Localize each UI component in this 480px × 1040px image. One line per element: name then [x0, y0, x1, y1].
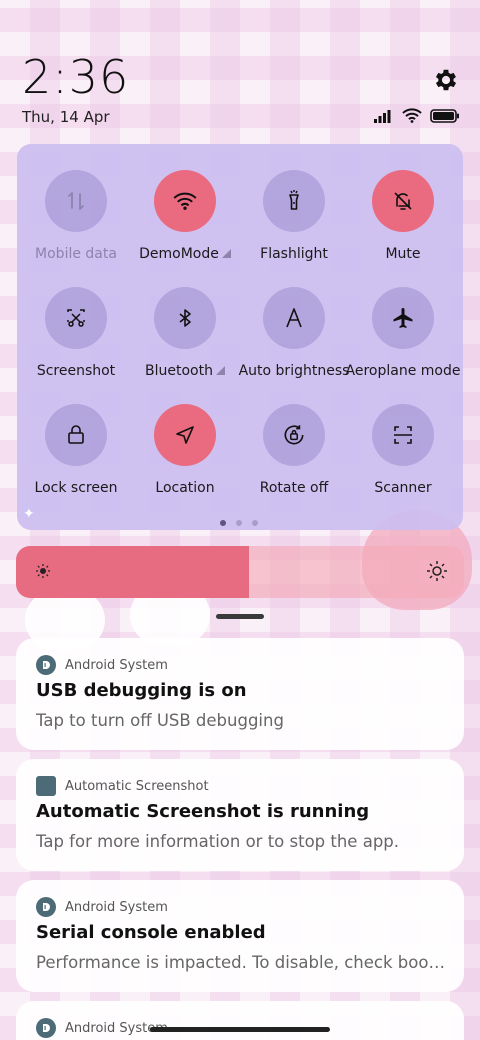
- brightness-low-icon: [36, 564, 50, 578]
- screenshot-icon: [45, 287, 107, 349]
- bluetooth-icon: [154, 287, 216, 349]
- page-dot: [252, 520, 258, 526]
- drag-handle[interactable]: [216, 614, 264, 619]
- lock-icon: [45, 404, 107, 466]
- tile-rotate-off[interactable]: Rotate off: [239, 404, 349, 496]
- tile-label: Flashlight: [260, 246, 328, 262]
- status-icons: [374, 108, 460, 123]
- notification-card[interactable]: Android System: [16, 1001, 464, 1040]
- tile-label: Lock screen: [34, 480, 118, 496]
- page-dot: [220, 520, 226, 526]
- notification-title: Serial console enabled: [36, 922, 266, 943]
- page-dot: [236, 520, 242, 526]
- tile-mobile-data[interactable]: Mobile data: [21, 170, 131, 262]
- clock[interactable]: 2:36: [22, 50, 129, 104]
- notification-card[interactable]: Automatic Screenshot Automatic Screensho…: [16, 759, 464, 871]
- tile-screenshot[interactable]: Screenshot: [21, 287, 131, 379]
- tile-lock-screen[interactable]: Lock screen: [21, 404, 131, 496]
- tile-label: Screenshot: [36, 363, 116, 379]
- notification-text: Tap to turn off USB debugging: [36, 711, 284, 730]
- tile-scanner[interactable]: Scanner: [348, 404, 458, 496]
- notification-text: Performance is impacted. To disable, che…: [36, 953, 446, 972]
- battery-icon: [430, 108, 459, 123]
- tile-mute[interactable]: Mute: [348, 170, 458, 262]
- settings-gear-icon[interactable]: [432, 66, 460, 94]
- notification-card[interactable]: Android System Serial console enabled Pe…: [16, 880, 464, 992]
- notification-card[interactable]: Android System USB debugging is on Tap t…: [16, 638, 464, 750]
- tile-label: Location: [155, 480, 215, 496]
- brightness-high-icon: [427, 561, 447, 581]
- expand-arrow-icon[interactable]: [215, 366, 225, 375]
- tile-label: Rotate off: [259, 480, 329, 496]
- brightness-slider[interactable]: [16, 546, 464, 598]
- tile-label: Aeroplane mode: [345, 363, 461, 379]
- tile-label: Scanner: [374, 480, 432, 496]
- tile-label: Bluetooth: [145, 363, 213, 379]
- tile-flashlight[interactable]: Flashlight: [239, 170, 349, 262]
- tile-label: Mute: [385, 246, 421, 262]
- android-system-icon: [36, 897, 56, 917]
- bell-off-icon: [372, 170, 434, 232]
- expand-arrow-icon[interactable]: [221, 249, 231, 258]
- notification-app-name: Automatic Screenshot: [65, 778, 209, 794]
- rotate-lock-icon: [263, 404, 325, 466]
- signal-icon: [374, 109, 391, 123]
- wifi-icon: [402, 108, 422, 123]
- sparkle-icon: ✦: [23, 506, 35, 522]
- notification-title: Automatic Screenshot is running: [36, 801, 370, 822]
- location-icon: [154, 404, 216, 466]
- notification-app-name: Android System: [65, 657, 168, 673]
- tile-label: DemoMode: [139, 246, 219, 262]
- page-indicator: [220, 520, 258, 526]
- tile-label: Mobile data: [35, 246, 117, 262]
- tile-auto-brightness[interactable]: Auto brightness: [239, 287, 349, 379]
- date[interactable]: Thu, 14 Apr: [22, 108, 110, 126]
- tile-location[interactable]: Location: [130, 404, 240, 496]
- notification-title: USB debugging is on: [36, 680, 247, 701]
- auto-brightness-icon: [263, 287, 325, 349]
- tile-label: Auto brightness: [238, 363, 350, 379]
- quick-settings-panel: Mobile data DemoMode Flashlight Mute Scr…: [17, 144, 463, 530]
- tile-bluetooth[interactable]: Bluetooth: [130, 287, 240, 379]
- airplane-icon: [372, 287, 434, 349]
- notification-text: Tap for more information or to stop the …: [36, 832, 400, 851]
- notification-app-name: Android System: [65, 899, 168, 915]
- tile-aeroplane-mode[interactable]: Aeroplane mode: [345, 287, 461, 379]
- tile-demomode[interactable]: DemoMode: [130, 170, 240, 262]
- scanner-icon: [372, 404, 434, 466]
- home-gesture-bar[interactable]: [150, 1027, 330, 1032]
- android-system-icon: [36, 1018, 56, 1038]
- mobile-data-icon: [45, 170, 107, 232]
- wifi-icon: [154, 170, 216, 232]
- automatic-screenshot-icon: [36, 776, 56, 796]
- android-system-icon: [36, 655, 56, 675]
- flashlight-icon: [263, 170, 325, 232]
